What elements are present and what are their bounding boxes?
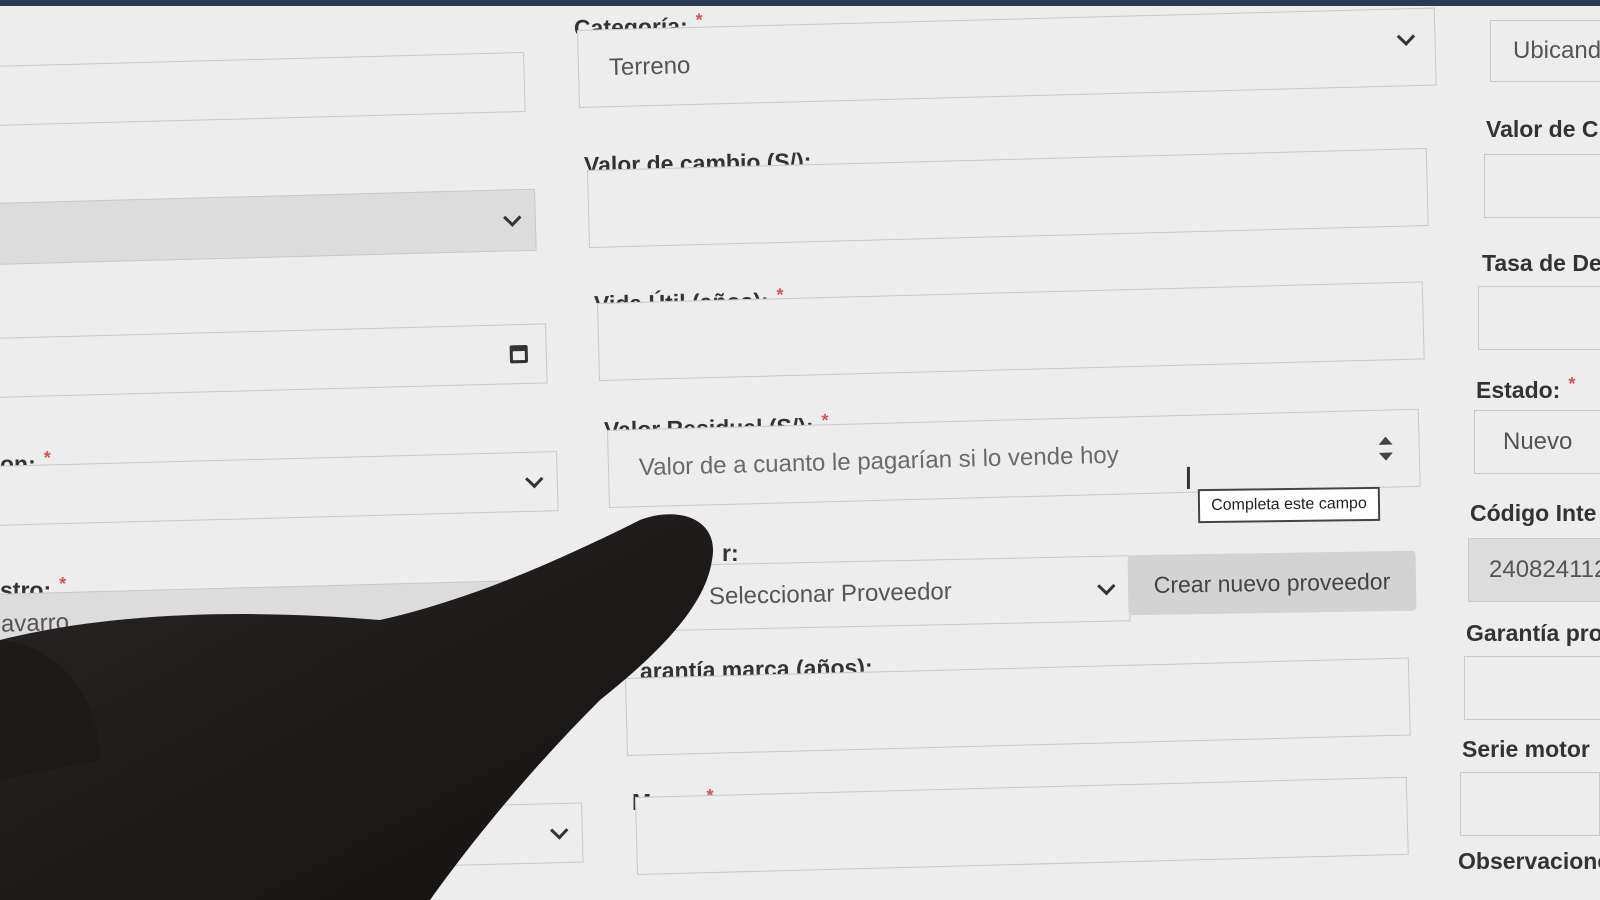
proveedor-selected: Seleccionar Proveedor — [708, 578, 953, 611]
left-date-field[interactable] — [0, 323, 548, 398]
garantia-input-right[interactable] — [1464, 656, 1600, 720]
codigo-field: 240824112 — [1468, 538, 1600, 602]
left-bottom-select[interactable] — [0, 802, 584, 878]
tasa-label: Tasa de De — [1482, 250, 1600, 276]
marca-input[interactable] — [634, 776, 1409, 875]
estado-select[interactable]: Nuevo — [1474, 410, 1600, 474]
number-spinner-icon[interactable] — [1378, 436, 1393, 460]
chevron-down-icon — [503, 208, 522, 227]
categoria-value: Terreno — [608, 52, 691, 82]
codigo-value: 240824112 — [1489, 556, 1600, 583]
ubicacion-value: Ubicand — [1513, 37, 1600, 64]
tasa-input[interactable] — [1478, 286, 1600, 350]
validation-tooltip: Completa este campo — [1197, 486, 1381, 524]
chevron-down-icon — [550, 821, 569, 840]
left-text-field[interactable] — [0, 52, 526, 126]
left-select-on[interactable] — [0, 451, 559, 526]
serie-motor-label: Serie motor — [1462, 736, 1590, 762]
left-select[interactable] — [0, 188, 537, 265]
valor-input-right[interactable] — [1484, 154, 1600, 218]
chevron-down-icon — [1396, 27, 1416, 47]
chevron-down-icon — [1097, 576, 1116, 596]
left-registro-field: avarro — [0, 578, 571, 656]
chevron-down-icon — [525, 469, 544, 489]
garantia-label-right: Garantía pro — [1466, 620, 1600, 646]
codigo-label: Código Inte — [1470, 500, 1597, 526]
registro-value: avarro — [0, 608, 70, 638]
categoria-select[interactable]: Terreno — [576, 7, 1437, 108]
observaciones-label: Observacione — [1458, 848, 1600, 874]
create-provider-button[interactable]: Crear nuevo proveedor — [1127, 550, 1417, 616]
valor-residual-placeholder: Valor de a cuanto le pagarían si lo vend… — [638, 441, 1120, 482]
serie-motor-input[interactable] — [1460, 772, 1600, 836]
text-cursor-icon: I — [1184, 462, 1193, 497]
top-bar — [0, 0, 1600, 6]
calendar-icon[interactable] — [509, 344, 529, 364]
ubicacion-field[interactable]: Ubicand — [1490, 20, 1600, 82]
estado-value: Nuevo — [1503, 428, 1573, 455]
valor-label-right: Valor de C — [1486, 116, 1599, 142]
proveedor-select[interactable]: Seleccionar Proveedor — [617, 555, 1131, 632]
estado-label: Estado: * — [1476, 374, 1576, 403]
